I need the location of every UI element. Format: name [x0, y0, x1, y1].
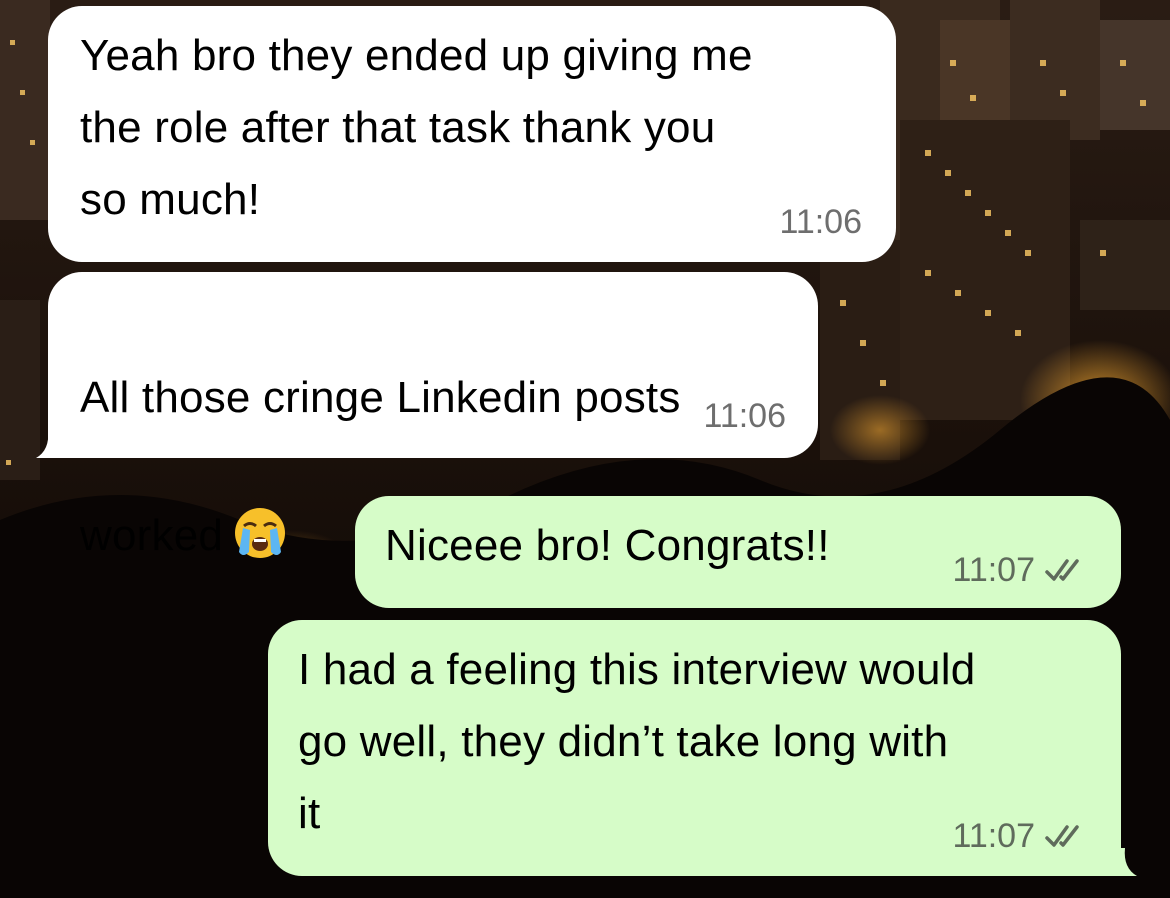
- message-timestamp: 11:07: [952, 550, 1091, 590]
- message-timestamp: 11:06: [703, 397, 786, 435]
- message-timestamp: 11:06: [779, 203, 862, 241]
- loudly-crying-face-icon: [233, 434, 287, 558]
- incoming-message-bubble[interactable]: All those cringe Linkedin posts worked 1…: [36, 272, 818, 560]
- bubble-tail: [36, 430, 58, 458]
- outgoing-message-bubble[interactable]: Niceee bro! Congrats!! 11:07: [355, 496, 1121, 608]
- message-timestamp: 11:07: [952, 816, 1091, 856]
- message-text: I had a feeling this interview would go …: [298, 645, 976, 838]
- double-check-icon: [1045, 825, 1079, 847]
- message-text: Yeah bro they ended up giving me the rol…: [80, 31, 753, 224]
- outgoing-message-bubble[interactable]: I had a feeling this interview would go …: [268, 620, 1137, 876]
- incoming-message-bubble[interactable]: Yeah bro they ended up giving me the rol…: [48, 6, 896, 262]
- bubble-tail: [1115, 848, 1137, 876]
- double-check-icon: [1045, 559, 1079, 581]
- message-text: Niceee bro! Congrats!!: [385, 521, 830, 570]
